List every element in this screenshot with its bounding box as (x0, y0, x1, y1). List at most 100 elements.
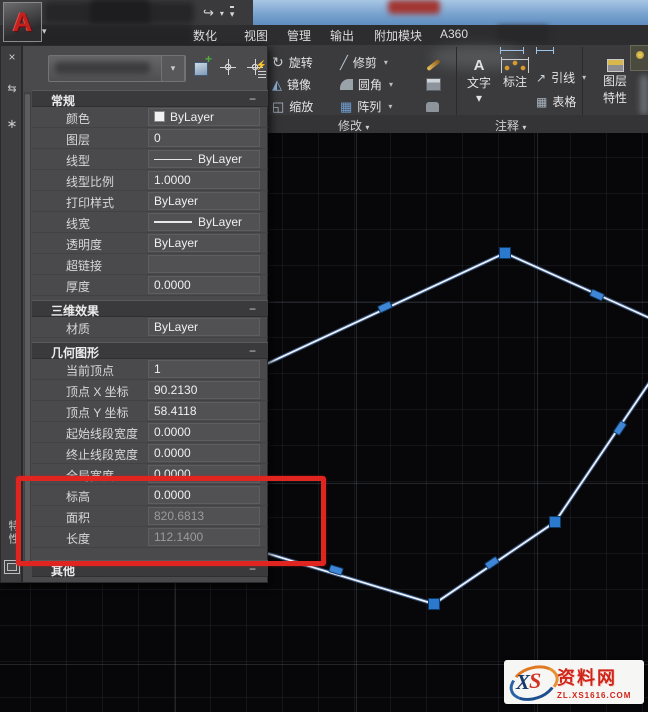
property-row-linetype[interactable]: 线型 ByLayer (32, 149, 268, 170)
select-objects-button[interactable] (217, 56, 239, 78)
stamp-tool-button[interactable] (426, 96, 439, 117)
property-label: 当前顶点 (66, 364, 115, 378)
tab-parametric[interactable]: 数化 (193, 27, 217, 44)
section-geometry[interactable]: 几何图形 − (32, 342, 268, 360)
property-row-plot-style[interactable]: 打印样式 ByLayer (32, 191, 268, 212)
collapse-icon[interactable]: − (249, 344, 256, 358)
property-row-thickness[interactable]: 厚度 0.0000 (32, 275, 268, 296)
value-text: 1.0000 (154, 173, 191, 187)
property-row-linetype-scale[interactable]: 线型比例 1.0000 (32, 170, 268, 191)
section-general[interactable]: 常规 − (32, 90, 268, 108)
property-row-layer[interactable]: 图层 0 (32, 128, 268, 149)
property-row-vertex-y[interactable]: 顶点 Y 坐标 58.4118 (32, 401, 268, 422)
property-value[interactable]: 0.0000 (148, 444, 260, 462)
leader-button[interactable]: ↗ 引线 ▾ (536, 67, 586, 88)
property-row-end-width[interactable]: 终止线段宽度 0.0000 (32, 443, 268, 464)
quick-select-button[interactable]: ⚡ (244, 56, 267, 78)
array-dropdown-icon[interactable]: ▾ (388, 102, 392, 111)
property-value[interactable]: ByLayer (148, 108, 260, 126)
vertex-grip[interactable] (499, 247, 511, 259)
scale-button[interactable]: ◱ 缩放 (272, 96, 313, 117)
box-tool-button[interactable] (426, 74, 441, 95)
mirror-button[interactable]: ◭ 镜像 (272, 74, 311, 95)
property-label: 材质 (66, 322, 91, 336)
property-value[interactable]: 0 (148, 129, 260, 147)
qat-customize-icon[interactable]: ▾ (229, 6, 235, 20)
application-menu-button[interactable]: A (3, 2, 42, 42)
trim-button[interactable]: ╱ 修剪 ▾ (340, 52, 388, 73)
array-button[interactable]: ▦ 阵列 ▾ (340, 96, 392, 117)
midpoint-grip[interactable] (484, 556, 500, 570)
scale-label: 缩放 (289, 100, 314, 114)
tab-view[interactable]: 视图 (244, 27, 268, 44)
table-icon: ▦ (536, 94, 548, 109)
clipped-tool-icon[interactable] (630, 45, 648, 71)
property-row-transparency[interactable]: 透明度 ByLayer (32, 233, 268, 254)
text-button[interactable]: A 文字 ▾ (462, 57, 496, 105)
fillet-dropdown-icon[interactable]: ▾ (389, 80, 393, 89)
section-3d-effects[interactable]: 三维效果 − (32, 300, 268, 318)
property-value[interactable]: ByLayer (148, 318, 260, 336)
property-value[interactable]: ByLayer (148, 192, 260, 210)
collapse-icon[interactable]: − (249, 302, 256, 316)
tab-addins[interactable]: 附加模块 (374, 27, 422, 44)
rotate-button[interactable]: ↻ 旋转 (272, 52, 313, 73)
autohide-icon[interactable]: ⇆ (1, 82, 23, 95)
property-value[interactable]: 1.0000 (148, 171, 260, 189)
midpoint-grip[interactable] (613, 420, 627, 436)
property-value[interactable]: 0.0000 (148, 276, 260, 294)
rotate-label: 旋转 (288, 56, 313, 70)
combobox-dropdown-icon[interactable]: ▾ (161, 55, 185, 82)
redo-icon[interactable]: ↪ (203, 5, 214, 21)
tab-output[interactable]: 输出 (330, 27, 354, 44)
linetype-swatch (154, 159, 192, 160)
midpoint-grip[interactable] (589, 288, 605, 302)
property-row-material[interactable]: 材质 ByLayer (32, 317, 268, 338)
midpoint-grip[interactable] (377, 300, 393, 314)
redo-dropdown-icon[interactable]: ▾ (220, 9, 224, 18)
property-value[interactable]: 0.0000 (148, 423, 260, 441)
property-row-current-vertex[interactable]: 当前顶点 1 (32, 359, 268, 380)
property-row-lineweight[interactable]: 线宽 ByLayer (32, 212, 268, 233)
value-text: 0.0000 (154, 278, 191, 292)
property-row-color[interactable]: 颜色 ByLayer (32, 107, 268, 128)
dimension-linear-icon[interactable] (500, 47, 524, 54)
polyline-segment[interactable] (504, 252, 648, 333)
tab-a360[interactable]: A360 (440, 27, 468, 41)
property-row-hyperlink[interactable]: 超链接 (32, 254, 268, 275)
collapse-icon[interactable]: − (249, 92, 256, 106)
dimension-aligned-icon[interactable] (536, 47, 554, 54)
property-value[interactable]: ByLayer (148, 150, 260, 168)
text-icon: A (473, 57, 485, 74)
property-value[interactable]: ByLayer (148, 234, 260, 252)
plus-icon: + (204, 52, 212, 66)
leader-dropdown-icon[interactable]: ▾ (582, 73, 586, 82)
match-properties-button[interactable] (426, 54, 441, 75)
text-dropdown-icon[interactable]: ▾ (476, 91, 482, 105)
pickadd-toggle-button[interactable]: + (190, 52, 212, 78)
property-row-vertex-x[interactable]: 顶点 X 坐标 90.2130 (32, 380, 268, 401)
polyline-segment[interactable] (554, 333, 648, 523)
property-value[interactable]: 1 (148, 360, 260, 378)
property-row-start-width[interactable]: 起始线段宽度 0.0000 (32, 422, 268, 443)
tab-manage[interactable]: 管理 (287, 27, 311, 44)
color-swatch (154, 111, 165, 122)
application-menu-caret-icon[interactable]: ▾ (42, 26, 47, 37)
trim-dropdown-icon[interactable]: ▾ (384, 58, 388, 67)
vertex-grip[interactable] (549, 516, 561, 528)
property-value[interactable] (148, 255, 260, 273)
close-icon[interactable]: × (1, 50, 23, 64)
dimension-button[interactable]: 标注 (498, 57, 532, 90)
property-value[interactable]: ByLayer (148, 213, 260, 231)
modify-panel-label[interactable]: 修改 ▾ (338, 117, 369, 134)
box-icon (426, 78, 441, 91)
grid-icon (258, 71, 266, 78)
palette-settings-icon[interactable]: ∗ (1, 116, 23, 132)
array-label: 阵列 (357, 100, 382, 114)
annotate-panel-label[interactable]: 注释 ▾ (495, 117, 526, 134)
vertex-grip[interactable] (428, 598, 440, 610)
property-value[interactable]: 90.2130 (148, 381, 260, 399)
property-value[interactable]: 58.4118 (148, 402, 260, 420)
table-button[interactable]: ▦ 表格 (536, 91, 576, 112)
fillet-button[interactable]: 圆角 ▾ (340, 74, 393, 95)
